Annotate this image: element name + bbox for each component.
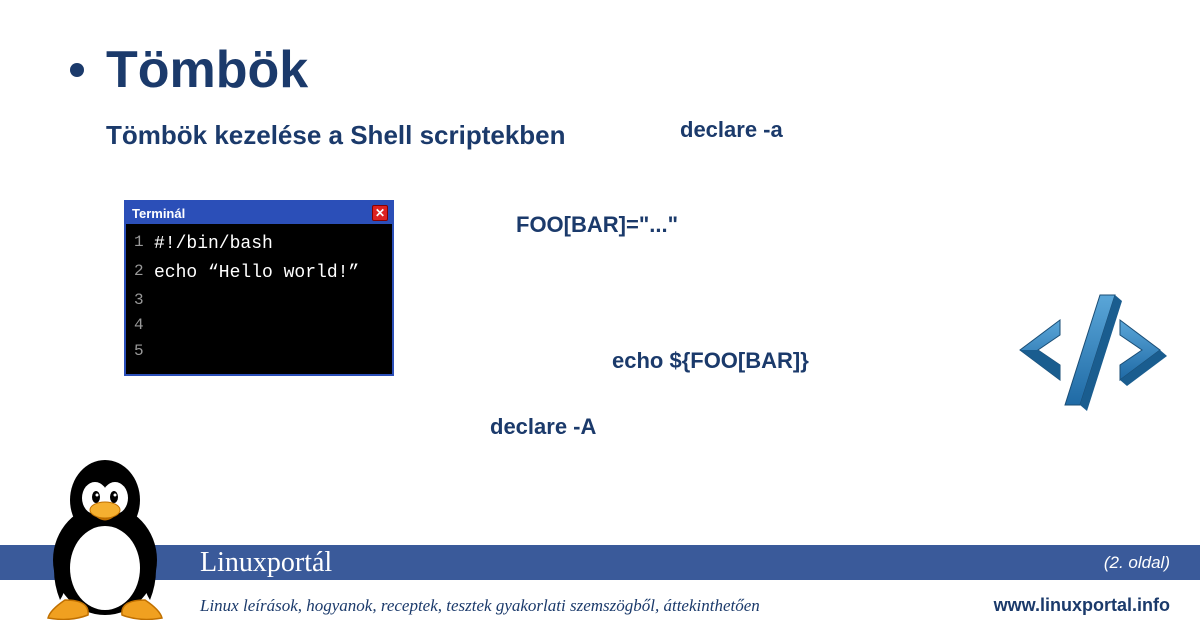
terminal-line: 2 echo “Hello world!”: [134, 259, 384, 288]
close-icon[interactable]: ✕: [372, 205, 388, 221]
terminal-titlebar: Terminál ✕: [126, 202, 392, 224]
terminal-window: Terminál ✕ 1 #!/bin/bash 2 echo “Hello w…: [124, 200, 394, 376]
code-bracket-icon: [1010, 285, 1170, 420]
footer-bar: Linuxportál (2. oldal): [0, 545, 1200, 580]
footer-sub: Linux leírások, hogyanok, receptek, tesz…: [0, 580, 1200, 630]
title-row: Tömbök: [60, 40, 1140, 100]
code-snippet-declare-A: declare -A: [490, 414, 596, 440]
footer: Linuxportál (2. oldal) Linux leírások, h…: [0, 545, 1200, 630]
code-snippet-assign: FOO[BAR]="...": [516, 212, 678, 238]
page-title: Tömbök: [106, 40, 308, 100]
content-area: Tömbök Tömbök kezelése a Shell scriptekb…: [0, 0, 1200, 520]
line-number: 3: [134, 288, 154, 314]
line-code: #!/bin/bash: [154, 230, 273, 259]
line-code: echo “Hello world!”: [154, 259, 359, 288]
terminal-line: 5: [134, 339, 384, 365]
line-number: 1: [134, 230, 154, 259]
bullet-icon: [70, 63, 84, 77]
footer-url: www.linuxportal.info: [994, 595, 1170, 616]
footer-brand: Linuxportál: [200, 547, 332, 579]
terminal-body: 1 #!/bin/bash 2 echo “Hello world!” 3 4 …: [126, 224, 392, 374]
tux-penguin-icon: [30, 450, 180, 625]
code-snippet-declare-a: declare -a: [680, 117, 783, 143]
line-number: 2: [134, 259, 154, 288]
terminal-line: 4: [134, 313, 384, 339]
terminal-line: 1 #!/bin/bash: [134, 230, 384, 259]
line-number: 5: [134, 339, 154, 365]
footer-page: (2. oldal): [1104, 553, 1170, 573]
footer-tagline: Linux leírások, hogyanok, receptek, tesz…: [200, 596, 760, 616]
terminal-line: 3: [134, 288, 384, 314]
code-snippet-echo: echo ${FOO[BAR]}: [612, 348, 809, 374]
line-number: 4: [134, 313, 154, 339]
page-subtitle: Tömbök kezelése a Shell scriptekben: [106, 120, 1140, 151]
terminal-title: Terminál: [132, 206, 185, 221]
